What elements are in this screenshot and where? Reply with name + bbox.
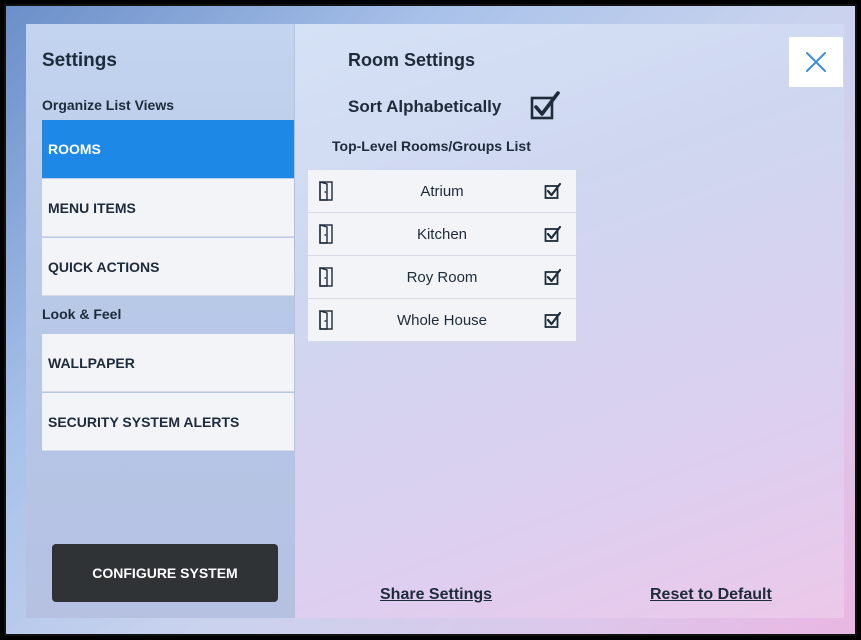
rooms-list-title: Top-Level Rooms/Groups List	[332, 138, 531, 154]
door-icon	[319, 181, 333, 201]
sidebar-item-label: QUICK ACTIONS	[48, 258, 160, 275]
checkbox-checked-icon[interactable]	[544, 311, 562, 329]
sidebar-item-rooms[interactable]: ROOMS	[42, 120, 294, 178]
sort-alphabetically-checkbox[interactable]	[529, 90, 561, 122]
list-item[interactable]: Atrium	[308, 170, 576, 213]
sidebar-item-wallpaper[interactable]: WALLPAPER	[42, 334, 294, 392]
room-name: Kitchen	[416, 225, 468, 243]
room-name: Atrium	[420, 182, 464, 200]
section-label-look-feel: Look & Feel	[42, 306, 122, 322]
checkbox-checked-icon[interactable]	[544, 225, 562, 243]
checkbox-checked-icon[interactable]	[544, 268, 562, 286]
list-item[interactable]: Roy Room	[308, 256, 576, 299]
sort-alphabetically-label: Sort Alphabetically	[348, 97, 502, 116]
door-icon	[319, 267, 333, 287]
close-icon	[806, 52, 826, 72]
configure-system-button[interactable]: CONFIGURE SYSTEM	[52, 544, 278, 602]
sidebar-item-label: SECURITY SYSTEM ALERTS	[48, 413, 240, 430]
close-button[interactable]	[789, 37, 843, 87]
page-title: Room Settings	[348, 50, 476, 70]
sidebar-title: Settings	[42, 50, 117, 71]
reset-to-default-link[interactable]: Reset to Default	[650, 586, 772, 604]
sidebar-item-label: ROOMS	[48, 141, 101, 157]
door-icon	[319, 224, 333, 244]
sidebar-item-menu-items[interactable]: MENU ITEMS	[42, 179, 294, 237]
panel-divider	[294, 24, 295, 618]
share-settings-link[interactable]: Share Settings	[380, 586, 492, 604]
sidebar: Settings Organize List Views ROOMS MENU …	[26, 24, 294, 618]
sidebar-item-label: WALLPAPER	[48, 354, 135, 371]
sidebar-item-security-alerts[interactable]: SECURITY SYSTEM ALERTS	[42, 393, 294, 451]
list-item[interactable]: Whole House	[308, 299, 576, 342]
section-label-organize: Organize List Views	[42, 97, 175, 113]
sidebar-item-quick-actions[interactable]: QUICK ACTIONS	[42, 238, 294, 296]
settings-panel: Settings Organize List Views ROOMS MENU …	[26, 24, 844, 618]
rooms-list: Atrium Kitchen Roy Room Whole House	[308, 170, 576, 342]
door-icon	[319, 310, 333, 330]
sidebar-item-label: MENU ITEMS	[48, 199, 136, 216]
app-frame: Settings Organize List Views ROOMS MENU …	[4, 4, 857, 636]
list-item[interactable]: Kitchen	[308, 213, 576, 256]
checkbox-checked-icon[interactable]	[544, 182, 562, 200]
room-name: Whole House	[396, 311, 488, 329]
room-name: Roy Room	[406, 268, 478, 286]
